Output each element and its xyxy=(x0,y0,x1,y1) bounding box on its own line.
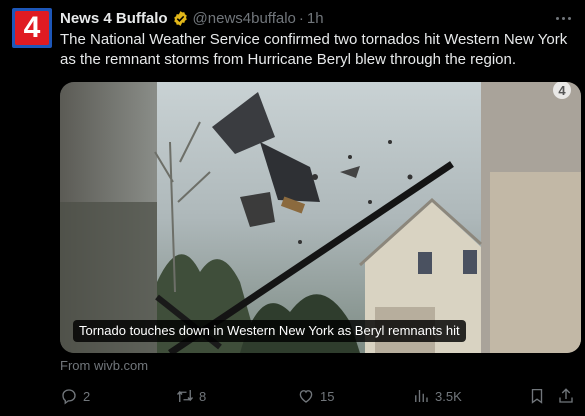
share-button[interactable] xyxy=(557,386,575,406)
avatar[interactable]: 4 xyxy=(12,8,52,48)
media-video[interactable]: 4 Tornado touches down in Western New Yo… xyxy=(60,82,581,353)
author-name[interactable]: News 4 Buffalo xyxy=(60,10,168,27)
like-count: 15 xyxy=(320,388,335,404)
link-source[interactable]: From wivb.com xyxy=(60,358,148,373)
bookmark-icon xyxy=(531,388,543,404)
views-count: 3.5K xyxy=(435,388,462,404)
video-frame: 4 xyxy=(60,82,581,353)
bookmark-button[interactable] xyxy=(528,386,546,406)
post-time[interactable]: 1h xyxy=(307,10,324,27)
action-bar: 2 8 15 3.5K xyxy=(60,386,575,406)
more-icon[interactable] xyxy=(553,10,573,26)
repost-button[interactable]: 8 xyxy=(176,386,206,406)
verified-icon xyxy=(173,10,187,26)
reply-button[interactable]: 2 xyxy=(60,386,90,406)
reply-icon xyxy=(62,389,76,405)
share-icon xyxy=(559,388,573,403)
repost-count: 8 xyxy=(199,388,207,404)
separator-dot: · xyxy=(298,9,304,27)
views-button[interactable]: 3.5K xyxy=(412,386,462,406)
repost-icon xyxy=(176,390,194,402)
avatar-logo: 4 xyxy=(15,11,49,45)
like-button[interactable]: 15 xyxy=(297,386,334,406)
reply-count: 2 xyxy=(83,388,91,404)
views-icon xyxy=(415,390,428,402)
watermark-logo: 4 xyxy=(558,83,566,98)
post-header: News 4 Buffalo @news4buffalo · 1h xyxy=(60,8,324,28)
author-handle[interactable]: @news4buffalo xyxy=(193,10,296,27)
post-text: The National Weather Service confirmed t… xyxy=(60,31,568,68)
like-icon xyxy=(299,390,313,403)
media-caption: Tornado touches down in Western New York… xyxy=(73,320,466,342)
